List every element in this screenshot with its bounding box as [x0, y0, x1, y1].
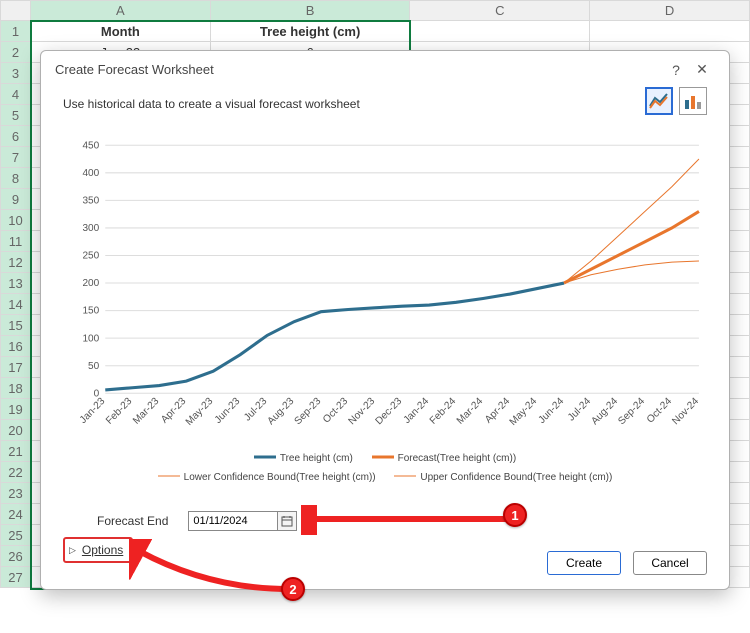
line-chart-icon	[649, 92, 669, 110]
dialog-title: Create Forecast Worksheet	[55, 62, 214, 77]
svg-text:Oct-24: Oct-24	[645, 396, 674, 426]
calendar-icon	[281, 515, 293, 527]
svg-text:Nov-24: Nov-24	[670, 396, 701, 428]
line-chart-type-button[interactable]	[645, 87, 673, 115]
svg-text:Jan-24: Jan-24	[402, 396, 432, 426]
col-header-D[interactable]: D	[590, 1, 750, 21]
svg-text:400: 400	[82, 168, 99, 179]
svg-text:Mar-23: Mar-23	[131, 396, 161, 427]
svg-text:100: 100	[82, 333, 99, 344]
svg-text:Jun-24: Jun-24	[537, 396, 567, 426]
chevron-right-icon: ▷	[69, 545, 76, 556]
svg-text:Feb-23: Feb-23	[104, 396, 134, 427]
help-button[interactable]: ?	[663, 62, 689, 78]
svg-text:Jun-23: Jun-23	[213, 396, 243, 426]
options-expander[interactable]: ▷ Options	[63, 537, 133, 563]
instruction-text: Use historical data to create a visual f…	[63, 97, 360, 111]
col-header-A[interactable]: A	[30, 1, 210, 21]
legend-series-1: Tree height (cm)	[280, 453, 353, 464]
chart-legend: Tree height (cm) Forecast(Tree height (c…	[63, 449, 707, 487]
forecast-end-label: Forecast End	[97, 514, 168, 528]
select-all-corner[interactable]	[1, 1, 31, 21]
legend-series-4: Upper Confidence Bound(Tree height (cm))	[420, 472, 612, 483]
svg-text:Jan-23: Jan-23	[78, 396, 108, 426]
annotation-badge-1: 1	[503, 503, 527, 527]
svg-text:Dec-23: Dec-23	[374, 396, 405, 428]
svg-text:Sep-23: Sep-23	[293, 396, 324, 428]
svg-text:Oct-23: Oct-23	[321, 396, 350, 426]
column-chart-icon	[683, 92, 703, 110]
svg-text:300: 300	[82, 223, 99, 234]
svg-text:Nov-23: Nov-23	[347, 396, 378, 428]
options-label: Options	[82, 543, 123, 557]
forecast-end-input[interactable]	[188, 511, 278, 531]
cancel-button[interactable]: Cancel	[633, 551, 707, 575]
legend-series-3: Lower Confidence Bound(Tree height (cm))	[184, 472, 376, 483]
svg-text:May-23: May-23	[184, 396, 216, 428]
svg-text:50: 50	[88, 361, 100, 372]
svg-text:Sep-24: Sep-24	[616, 396, 647, 428]
create-button[interactable]: Create	[547, 551, 621, 575]
forecast-dialog: Create Forecast Worksheet ? ✕ Use histor…	[40, 50, 730, 590]
svg-text:Feb-24: Feb-24	[428, 396, 458, 427]
forecast-chart: 050100150200250300350400450Jan-23Feb-23M…	[63, 137, 707, 447]
col-header-B[interactable]: B	[210, 1, 410, 21]
col-header-C[interactable]: C	[410, 1, 590, 21]
annotation-arrow-2	[129, 539, 299, 599]
svg-text:150: 150	[82, 306, 99, 317]
svg-text:450: 450	[82, 140, 99, 151]
svg-text:May-24: May-24	[508, 396, 540, 428]
annotation-badge-2: 2	[281, 577, 305, 601]
legend-series-2: Forecast(Tree height (cm))	[398, 453, 517, 464]
svg-text:Aug-24: Aug-24	[589, 396, 620, 428]
svg-text:350: 350	[82, 195, 99, 206]
svg-text:200: 200	[82, 278, 99, 289]
annotation-arrow-1	[301, 505, 511, 535]
svg-text:250: 250	[82, 250, 99, 261]
svg-text:Aug-23: Aug-23	[266, 396, 297, 428]
column-chart-type-button[interactable]	[679, 87, 707, 115]
close-button[interactable]: ✕	[689, 61, 715, 78]
date-picker-button[interactable]	[277, 511, 297, 531]
svg-text:Mar-24: Mar-24	[455, 396, 485, 427]
